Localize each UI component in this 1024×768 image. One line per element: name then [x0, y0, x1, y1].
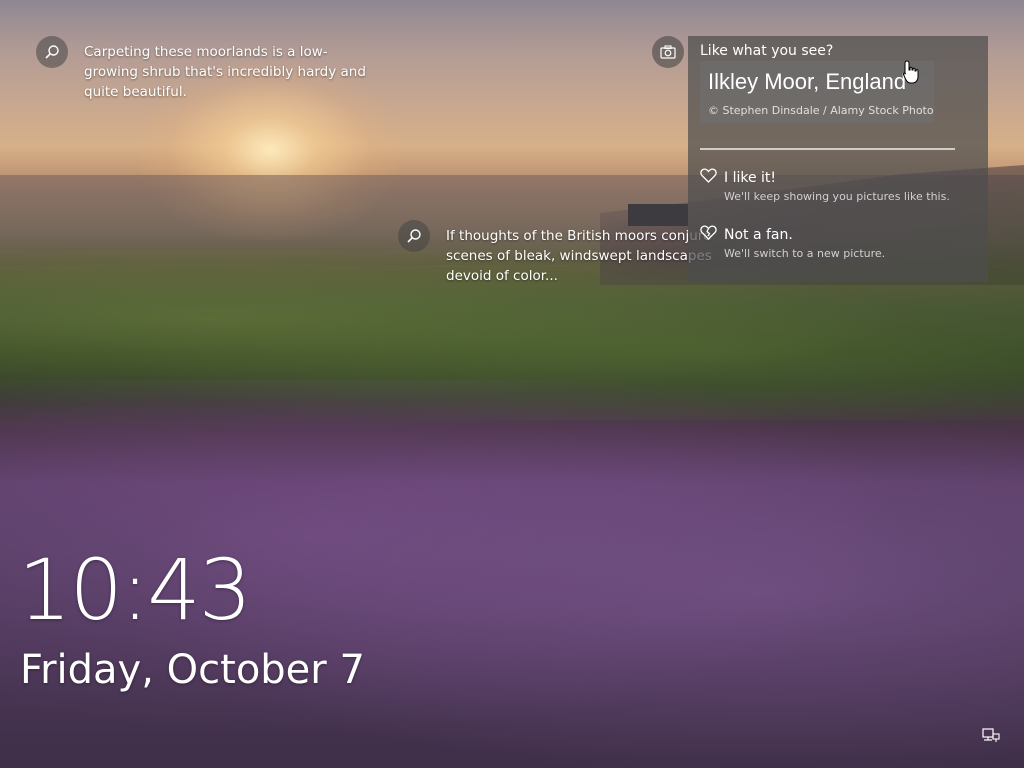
dislike-label: Not a fan.: [724, 226, 793, 243]
hotspot-text[interactable]: If thoughts of the British moors conjure…: [446, 226, 716, 286]
search-icon[interactable]: [36, 36, 68, 68]
location-title: Ilkley Moor, England: [708, 69, 907, 94]
hand-cursor-icon: [902, 60, 920, 84]
like-label: I like it!: [724, 169, 777, 186]
broken-heart-icon: [700, 225, 717, 244]
photo-credit-box[interactable]: Ilkley Moor, England © Stephen Dinsdale …: [700, 61, 934, 123]
search-icon[interactable]: [398, 220, 430, 252]
dislike-option[interactable]: Not a fan. We'll switch to a new picture…: [700, 225, 970, 260]
spotlight-panel: Like what you see? Ilkley Moor, England …: [688, 36, 988, 282]
photo-credit: © Stephen Dinsdale / Alamy Stock Photo: [708, 104, 934, 117]
lock-screen-date: Friday, October 7: [20, 647, 365, 693]
hotspot-shrub[interactable]: Carpeting these moorlands is a low-growi…: [36, 36, 376, 102]
divider: [700, 148, 955, 150]
lock-screen-time: 10:43: [18, 541, 252, 639]
hotspot-text[interactable]: Carpeting these moorlands is a low-growi…: [84, 42, 376, 102]
like-subtext: We'll keep showing you pictures like thi…: [724, 190, 950, 203]
like-option[interactable]: I like it! We'll keep showing you pictur…: [700, 168, 970, 203]
dislike-subtext: We'll switch to a new picture.: [724, 247, 886, 260]
heart-icon: [700, 168, 717, 187]
camera-icon[interactable]: [652, 36, 684, 68]
spotlight-heading: Like what you see?: [700, 43, 834, 59]
network-icon[interactable]: [982, 728, 1000, 744]
hotspot-moors[interactable]: If thoughts of the British moors conjure…: [398, 220, 718, 286]
